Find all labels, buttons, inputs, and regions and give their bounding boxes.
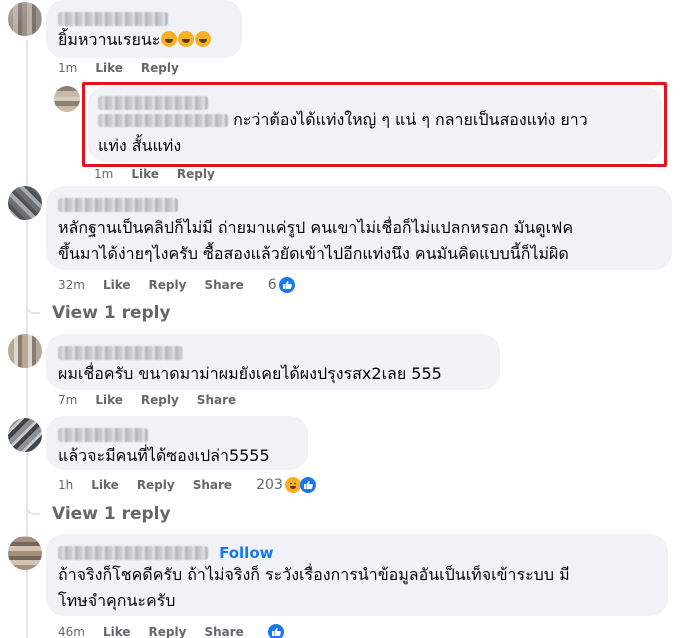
- avatar[interactable]: [8, 2, 42, 36]
- commenter-name[interactable]: [58, 342, 488, 361]
- reaction-count: 6: [267, 277, 277, 293]
- share-button[interactable]: Share: [204, 278, 243, 292]
- reply-button[interactable]: Reply: [141, 393, 179, 407]
- view-replies-link[interactable]: View 1 reply: [52, 504, 171, 524]
- comment-text: ถ้าจริงก็โชคดีครับ ถ้าไม่จริงก็ ระวังเรื…: [58, 564, 570, 610]
- laughing-emoji-icon: [178, 31, 195, 47]
- share-button[interactable]: Share: [197, 393, 236, 407]
- reaction-summary[interactable]: 6: [268, 277, 295, 293]
- laughing-emoji-icon: [195, 31, 212, 47]
- comment-actions: 32m Like Reply Share 6: [58, 277, 295, 293]
- avatar[interactable]: [8, 536, 42, 570]
- reply-button[interactable]: Reply: [141, 61, 179, 75]
- comment-timestamp[interactable]: 1h: [58, 478, 73, 492]
- comment-actions: 7m Like Reply Share: [58, 393, 236, 407]
- comment-text: ยิ้มหวานเรยนะ: [58, 27, 230, 53]
- avatar[interactable]: [8, 418, 42, 452]
- comment-bubble: ผมเชื่อครับ ขนาดมาม่าผมยังเคยได้ผงปรุงรส…: [46, 334, 500, 390]
- comment-actions: 46m Like Reply Share: [58, 624, 284, 638]
- reply-button[interactable]: Reply: [137, 478, 175, 492]
- comment-actions: 1h Like Reply Share 203: [58, 477, 316, 493]
- comment-bubble: แล้วจะมีคนที่ได้ซองเปล่า5555: [46, 416, 308, 470]
- comment-bubble: กะว่าต้องได้แท่งใหญ่ ๆ แน่ ๆ กลายเป็นสอง…: [88, 86, 662, 162]
- follow-button[interactable]: Follow: [219, 544, 273, 562]
- comment-bubble: Follow ถ้าจริงก็โชคดีครับ ถ้าไม่จริงก็ ร…: [46, 534, 668, 616]
- reaction-summary[interactable]: [267, 624, 284, 638]
- like-button[interactable]: Like: [131, 167, 159, 181]
- like-button[interactable]: Like: [103, 625, 131, 638]
- like-reaction-icon: [267, 624, 284, 638]
- like-button[interactable]: Like: [103, 278, 131, 292]
- comment-actions: 1m Like Reply: [94, 167, 215, 181]
- reply-connector: [26, 505, 40, 515]
- like-reaction-icon: [299, 477, 316, 493]
- haha-reaction-icon: [284, 477, 301, 493]
- reply-button[interactable]: Reply: [149, 625, 187, 638]
- commenter-name[interactable]: [58, 545, 208, 560]
- commenter-header: Follow: [58, 542, 656, 562]
- commenter-name[interactable]: [58, 424, 296, 443]
- share-button[interactable]: Share: [204, 625, 243, 638]
- comment-timestamp[interactable]: 32m: [58, 278, 85, 292]
- avatar[interactable]: [54, 86, 80, 112]
- laughing-emoji-icon: [161, 31, 178, 47]
- comment-actions: 1m Like Reply: [58, 61, 179, 75]
- comment-timestamp[interactable]: 46m: [58, 625, 85, 638]
- comment-text: หลักฐานเป็นคลิปก็ไม่มี ถ่ายมาแค่รูป คนเข…: [58, 218, 574, 263]
- reply-button[interactable]: Reply: [149, 278, 187, 292]
- reaction-count: 203: [256, 477, 283, 493]
- comment-timestamp[interactable]: 7m: [58, 393, 77, 407]
- comment-text: แล้วจะมีคนที่ได้ซองเปล่า5555: [58, 446, 270, 465]
- comment-text: ผมเชื่อครับ ขนาดมาม่าผมยังเคยได้ผงปรุงรส…: [58, 364, 442, 383]
- reaction-summary[interactable]: 203: [256, 477, 316, 493]
- like-button[interactable]: Like: [91, 478, 119, 492]
- reply-button[interactable]: Reply: [177, 167, 215, 181]
- reply-connector: [26, 304, 40, 314]
- avatar[interactable]: [8, 334, 42, 368]
- commenter-name[interactable]: [58, 8, 230, 27]
- share-button[interactable]: Share: [193, 478, 232, 492]
- comment-text: กะว่าต้องได้แท่งใหญ่ ๆ แน่ ๆ กลายเป็นสอง…: [98, 110, 588, 155]
- avatar[interactable]: [8, 186, 42, 220]
- comment-bubble: ยิ้มหวานเรยนะ: [46, 0, 242, 58]
- comment-bubble: หลักฐานเป็นคลิปก็ไม่มี ถ่ายมาแค่รูป คนเข…: [46, 186, 672, 270]
- comment-timestamp[interactable]: 1m: [58, 61, 77, 75]
- like-button[interactable]: Like: [95, 393, 123, 407]
- like-reaction-icon: [278, 277, 295, 293]
- commenter-name[interactable]: [58, 194, 660, 213]
- view-replies-link[interactable]: View 1 reply: [52, 303, 171, 323]
- comment-timestamp[interactable]: 1m: [94, 167, 113, 181]
- like-button[interactable]: Like: [95, 61, 123, 75]
